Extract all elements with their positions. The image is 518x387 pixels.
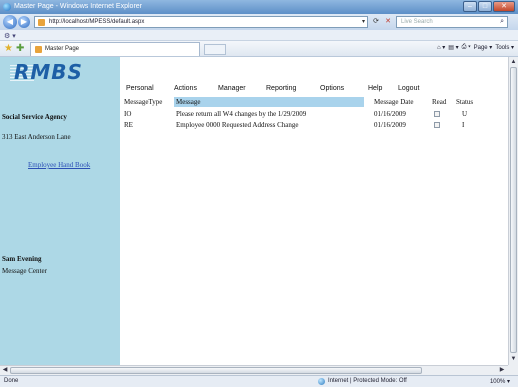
menu-reporting[interactable]: Reporting [266,83,296,95]
address-bar[interactable]: http://localhost/MPESS/default.aspx ▾ [34,16,368,28]
search-icon[interactable]: ⌕ [500,18,504,26]
search-input[interactable]: Live Search ⌕ [396,16,508,28]
row-date: 01/16/2009 [374,110,406,118]
address-url: http://localhost/MPESS/default.aspx [49,19,145,25]
user-name: Sam Evening [2,255,42,263]
read-checkbox[interactable] [434,122,440,128]
status-text: Done [4,378,19,384]
maximize-button[interactable]: □ [478,1,492,12]
read-checkbox[interactable] [434,111,440,117]
employee-handbook-link[interactable]: Employee Hand Book [28,161,90,169]
security-zone-text: Internet | Protected Mode: Off [328,378,407,384]
row-message-type: IO [124,110,132,118]
address-dropdown-icon[interactable]: ▾ [362,18,365,25]
security-zone: Internet | Protected Mode: Off [318,378,407,385]
row-date: 01/16/2009 [374,121,406,129]
scroll-up-icon[interactable]: ▲ [510,58,517,66]
tools-menu[interactable]: Tools ▾ [495,44,514,51]
page-icon [38,19,45,26]
command-bar: ⌂ ▾ ▤ ▾ ⎙ ▾ Page ▾ Tools ▾ [437,44,514,51]
window-controls: – □ ✕ [463,1,515,12]
search-placeholder: Live Search [401,19,433,25]
back-button[interactable]: ◀ [3,15,17,29]
menu-options[interactable]: Options [320,83,344,95]
scroll-down-icon[interactable]: ▼ [510,355,517,363]
page-content: RMBS Social Service Agency 313 East Ande… [0,57,508,365]
status-bar: Done Internet | Protected Mode: Off 100%… [0,375,518,387]
tab-title: Master Page [45,46,80,52]
globe-icon [318,378,325,385]
zoom-level[interactable]: 100% ▾ [490,378,510,385]
feeds-icon[interactable]: ▤ ▾ [448,44,458,51]
scroll-right-icon[interactable]: ▶ [498,367,506,374]
home-icon[interactable]: ⌂ ▾ [437,44,445,51]
row-message: Employee 0000 Requested Address Change [176,121,299,129]
scroll-corner [508,365,518,375]
horizontal-scrollbar[interactable]: ◀ ▶ [0,365,508,375]
links-icon[interactable]: ⚙ ▾ [4,32,16,40]
sidebar: RMBS Social Service Agency 313 East Ande… [0,57,120,365]
menu-help[interactable]: Help [368,83,382,95]
header-status: Status [456,98,474,106]
header-message-type: MessageType [124,98,163,106]
menu-logout[interactable]: Logout [398,83,419,95]
favorites-star-icon[interactable]: ★ [4,43,13,54]
table-row[interactable]: RE Employee 0000 Requested Address Chang… [122,120,498,130]
add-favorites-icon[interactable]: ✚ [16,43,24,54]
main-menu: Personal Actions Manager Reporting Optio… [120,83,498,95]
menu-manager[interactable]: Manager [218,83,246,95]
row-message: Please return all W4 changes by the 1/29… [176,110,307,118]
address-toolbar: ◀ ▶ http://localhost/MPESS/default.aspx … [0,14,518,30]
minimize-button[interactable]: – [463,1,477,12]
rmbs-logo: RMBS [14,60,83,84]
menu-actions[interactable]: Actions [174,83,197,95]
message-center-label: Message Center [2,267,47,275]
menu-personal[interactable]: Personal [126,83,154,95]
header-message-date: Message Date [374,98,414,106]
agency-name: Social Service Agency [2,113,67,121]
row-status: I [462,121,465,129]
tab-page-icon [35,46,42,53]
header-read: Read [432,98,447,106]
stop-icon[interactable]: ✕ [382,17,394,27]
window-title: Master Page - Windows Internet Explorer [14,3,142,10]
agency-address: 313 East Anderson Lane [2,133,71,141]
internet-explorer-icon [3,3,11,11]
browser-tab[interactable]: Master Page [30,42,200,56]
forward-button[interactable]: ▶ [18,16,30,28]
scroll-left-icon[interactable]: ◀ [1,367,9,374]
links-toolbar: ⚙ ▾ [0,30,518,41]
window-titlebar: Master Page - Windows Internet Explorer … [0,0,518,14]
row-message-type: RE [124,121,133,129]
refresh-icon[interactable]: ⟳ [370,17,382,27]
message-table-header: MessageType Message Message Date Read St… [122,97,498,107]
table-row[interactable]: IO Please return all W4 changes by the 1… [122,109,498,119]
header-message: Message [174,97,364,107]
row-status: U [462,110,468,118]
print-icon[interactable]: ⎙ ▾ [462,44,471,51]
horizontal-scroll-thumb[interactable] [10,367,422,374]
vertical-scroll-thumb[interactable] [510,67,517,353]
new-tab-button[interactable] [204,44,226,55]
page-menu[interactable]: Page ▾ [474,44,493,51]
vertical-scrollbar[interactable]: ▲ ▼ [508,57,518,365]
close-button[interactable]: ✕ [493,1,515,12]
tab-row: ★ ✚ Master Page ⌂ ▾ ▤ ▾ ⎙ ▾ Page ▾ Tools… [0,41,518,57]
